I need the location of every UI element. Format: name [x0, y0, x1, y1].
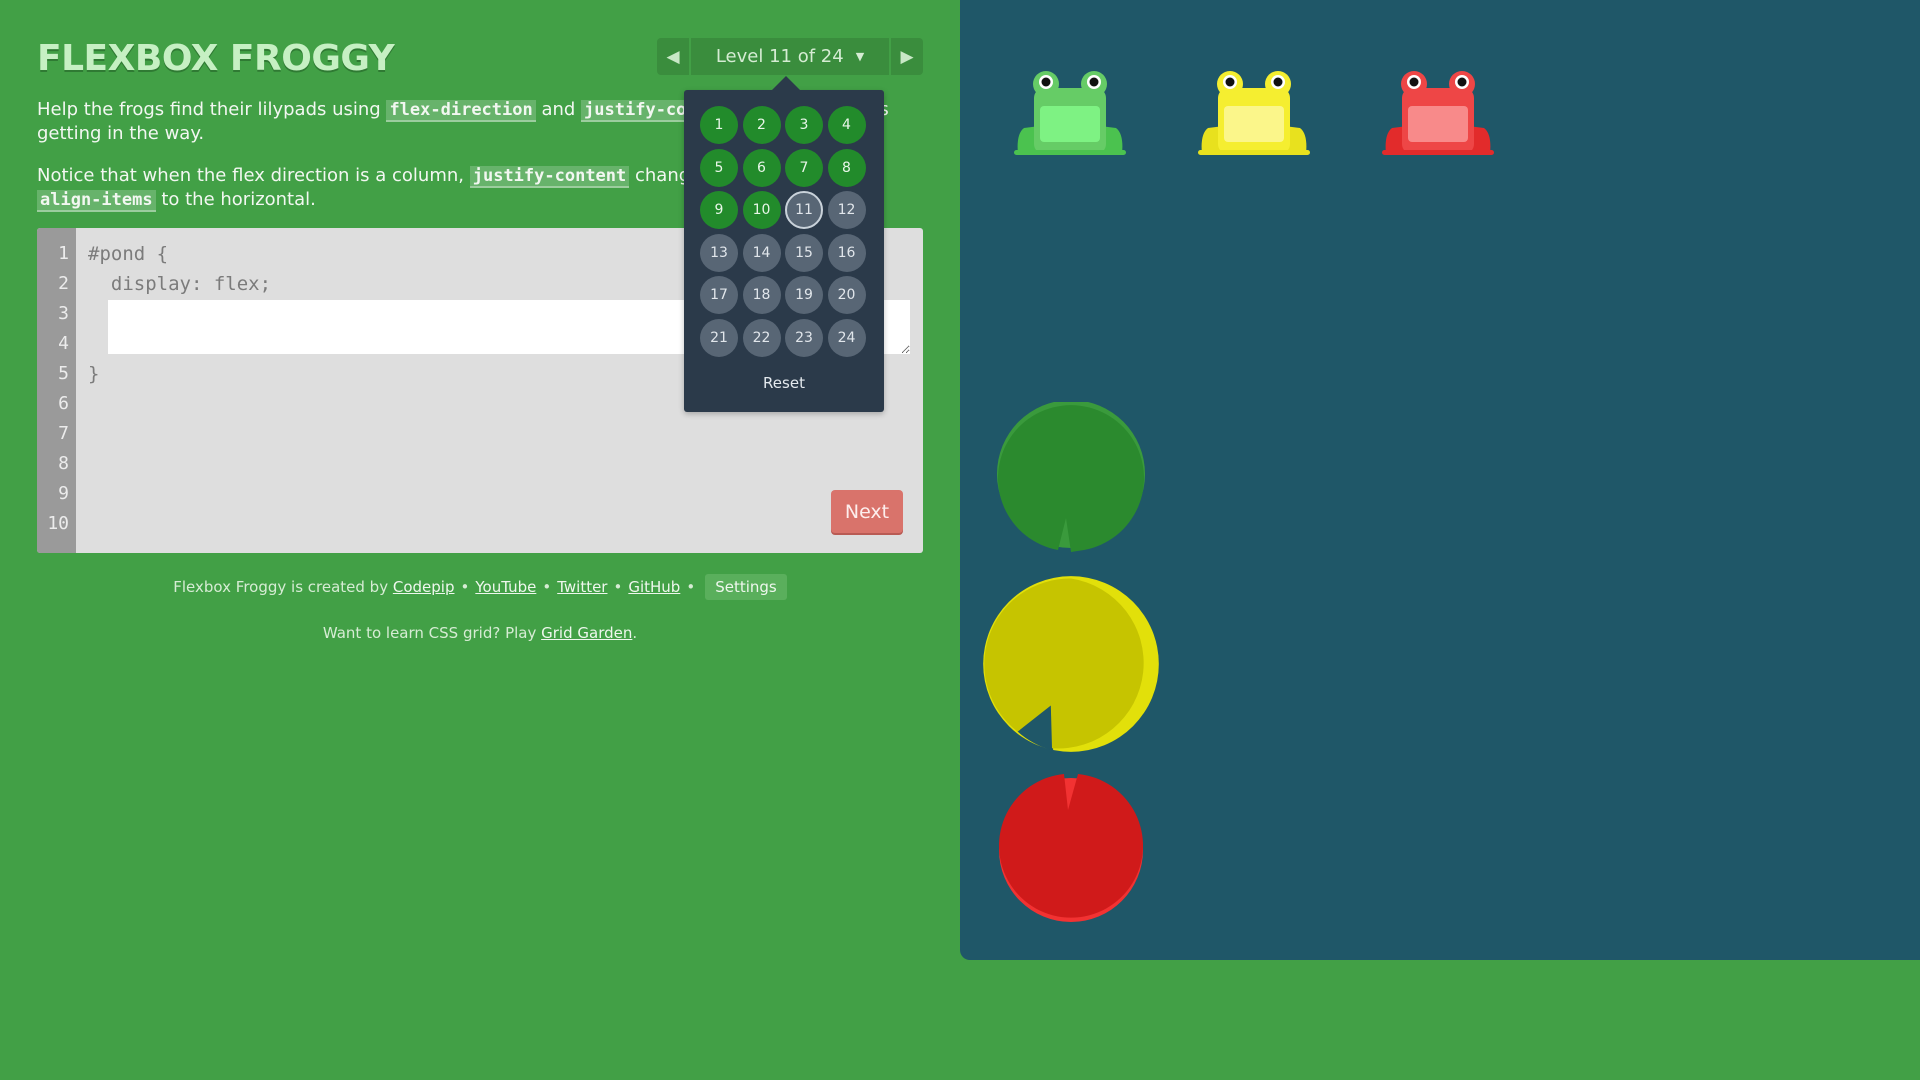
level-button-17[interactable]: 17	[700, 276, 738, 314]
level-button-7[interactable]: 7	[785, 148, 823, 187]
separator: •	[613, 578, 623, 596]
code-term-flex-direction[interactable]: flex-direction	[386, 100, 536, 122]
level-navigator: ◀ Level 11 of 24 ▼ ▶	[657, 38, 923, 75]
green-lilypad	[997, 402, 1145, 552]
promo-text: .	[632, 624, 638, 642]
level-button-20[interactable]: 20	[827, 276, 866, 314]
green-frog	[1014, 71, 1126, 155]
code-line-closing-brace: }	[88, 363, 100, 385]
level-button-2[interactable]: 2	[742, 106, 781, 144]
line-number: 2	[58, 273, 69, 294]
grid-garden-link[interactable]: Grid Garden	[541, 624, 632, 642]
level-indicator-dropdown-toggle[interactable]: Level 11 of 24 ▼	[691, 38, 889, 75]
code-term-justify-content[interactable]: justify-content	[469, 166, 630, 188]
twitter-link[interactable]: Twitter	[557, 578, 607, 596]
github-link[interactable]: GitHub	[628, 578, 680, 596]
arrow-right-icon: ▶	[900, 46, 914, 67]
code-line-display: display: flex;	[88, 273, 272, 295]
red-frog	[1382, 71, 1494, 155]
yellow-frog	[1198, 71, 1310, 155]
instruction-text: Help the frogs find their lilypads using	[37, 99, 387, 120]
line-number: 4	[58, 333, 69, 354]
yellow-lilypad	[983, 576, 1159, 752]
line-number-gutter: 1 2 3 4 5 6 7 8 9 10	[37, 228, 76, 553]
settings-button[interactable]: Settings	[705, 574, 787, 600]
level-button-9[interactable]: 9	[700, 191, 738, 229]
caret-down-icon: ▼	[855, 50, 865, 63]
level-button-19[interactable]: 19	[785, 276, 823, 314]
line-number: 3	[58, 303, 69, 324]
next-level-button[interactable]: ▶	[891, 38, 923, 75]
page-title: FLEXBOX FROGGY	[37, 38, 395, 79]
separator: •	[460, 578, 470, 596]
level-button-13[interactable]: 13	[700, 233, 738, 272]
code-term-align-items[interactable]: align-items	[37, 190, 156, 212]
promo-text: Want to learn CSS grid? Play	[322, 624, 542, 642]
level-grid: 1 2 3 4 5 6 7 8 9 10 11 12 13 14 15 16 17 18 19 20 21 22 23 24	[700, 106, 866, 357]
instruction-text: to the horizontal.	[155, 189, 316, 210]
separator: •	[686, 578, 696, 596]
line-number: 5	[58, 363, 69, 384]
reset-button[interactable]: Reset	[684, 374, 884, 392]
level-button-14[interactable]: 14	[742, 233, 781, 272]
grid-garden-promo: Want to learn CSS grid? Play Grid Garden…	[0, 624, 960, 642]
level-button-15[interactable]: 15	[785, 233, 823, 272]
line-number: 7	[58, 423, 69, 444]
level-button-23[interactable]: 23	[785, 318, 823, 357]
codepip-link[interactable]: Codepip	[393, 578, 455, 596]
level-button-4[interactable]: 4	[827, 106, 866, 144]
instruction-text: Notice that when the flex direction is a…	[37, 165, 470, 186]
level-button-11[interactable]: 11	[785, 191, 823, 229]
line-number: 8	[58, 453, 69, 474]
level-button-1[interactable]: 1	[700, 106, 738, 144]
level-indicator-label: Level 11 of 24	[715, 46, 844, 67]
footer-credit-text: Flexbox Froggy is created by	[173, 578, 393, 596]
level-button-3[interactable]: 3	[785, 106, 823, 144]
previous-level-button[interactable]: ◀	[657, 38, 689, 75]
instruction-text: and	[535, 99, 582, 120]
level-button-12[interactable]: 12	[827, 191, 866, 229]
level-button-5[interactable]: 5	[700, 148, 738, 187]
line-number: 10	[47, 513, 69, 534]
pond	[960, 0, 1920, 960]
next-button[interactable]: Next	[831, 490, 903, 533]
level-button-10[interactable]: 10	[742, 191, 781, 229]
youtube-link[interactable]: YouTube	[475, 578, 536, 596]
level-button-24[interactable]: 24	[827, 318, 866, 357]
level-button-21[interactable]: 21	[700, 318, 738, 357]
line-number: 6	[58, 393, 69, 414]
arrow-left-icon: ◀	[666, 46, 680, 67]
level-button-6[interactable]: 6	[742, 148, 781, 187]
level-button-16[interactable]: 16	[827, 233, 866, 272]
level-select-dropdown: 1 2 3 4 5 6 7 8 9 10 11 12 13 14 15 16 17 18 19 20 21 22 23 24 …	[684, 76, 884, 412]
sidebar: FLEXBOX FROGGY ◀ Level 11 of 24 ▼ ▶ Help…	[0, 0, 960, 1080]
separator: •	[542, 578, 552, 596]
level-button-18[interactable]: 18	[742, 276, 781, 314]
red-lilypad	[999, 774, 1143, 922]
line-number: 1	[58, 243, 69, 264]
level-button-22[interactable]: 22	[742, 318, 781, 357]
footer: Flexbox Froggy is created by Codepip • You…	[0, 574, 960, 600]
line-number: 9	[58, 483, 69, 504]
level-button-8[interactable]: 8	[827, 148, 866, 187]
code-line-selector: #pond {	[88, 243, 169, 265]
